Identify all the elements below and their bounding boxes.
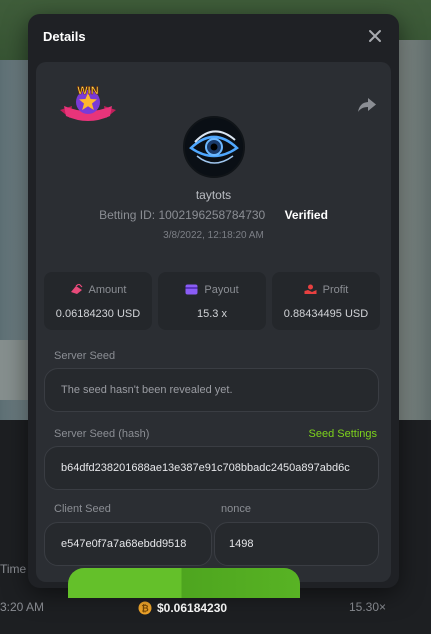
betting-id-value: 1002196258784730 — [158, 208, 266, 222]
amount-stat: Amount 0.06184230 USD — [44, 272, 152, 330]
server-seed-hash-field[interactable]: b64dfd238201688ae13e387e91c708bbadc2450a… — [44, 446, 379, 490]
payout-value: 15.3 x — [197, 308, 227, 320]
client-seed-label: Client Seed — [54, 503, 111, 515]
betting-id-row: Betting ID: 1002196258784730 Verified — [36, 208, 391, 222]
payout-stat: Payout 15.3 x — [158, 272, 266, 330]
wallet-icon — [185, 284, 198, 295]
bet-timestamp: 3/8/2022, 12:18:20 AM — [163, 230, 264, 241]
verified-badge: Verified — [284, 208, 328, 222]
bet-details-card: WIN taytots Betting ID: 1002196258784730… — [36, 62, 391, 582]
server-seed-field: The seed hasn't been revealed yet. — [44, 368, 379, 412]
betting-id-label: Betting ID: — [99, 208, 156, 222]
modal-title: Details — [43, 29, 86, 44]
amount-value: 0.06184230 USD — [55, 308, 141, 320]
avatar — [183, 116, 245, 178]
win-badge-icon: WIN — [60, 85, 116, 121]
seed-settings-link[interactable]: Seed Settings — [309, 428, 378, 440]
profit-label: Profit — [322, 284, 349, 296]
table-row-amount: $0.06184230 — [157, 601, 228, 615]
client-seed-field[interactable]: e547e0f7a7a68ebdd9518 — [44, 522, 212, 566]
svg-text:WIN: WIN — [77, 85, 98, 97]
action-button[interactable] — [68, 568, 300, 598]
money-wings-icon — [70, 283, 82, 294]
coin-icon: ₿ — [138, 601, 152, 615]
coins-hand-icon — [304, 284, 317, 294]
table-col-header-time: Time — [0, 562, 27, 576]
profit-value: 0.88434495 USD — [283, 308, 369, 320]
payout-label: Payout — [204, 284, 239, 296]
username: taytots — [195, 188, 232, 202]
eye-avatar-icon — [185, 118, 243, 176]
modal-header: Details — [28, 14, 399, 60]
amount-label: Amount — [88, 284, 127, 296]
scene-pillar-right — [395, 40, 431, 420]
close-icon[interactable] — [367, 28, 383, 44]
server-seed-label: Server Seed — [54, 350, 116, 362]
bet-details-modal: Details WIN taytots Betting ID: 10021962… — [28, 14, 399, 588]
table-row-time: 3:20 AM — [0, 600, 45, 614]
nonce-field[interactable]: 1498 — [214, 522, 379, 566]
profit-stat: Profit 0.88434495 USD — [272, 272, 380, 330]
nonce-label: nonce — [221, 503, 251, 515]
share-icon[interactable] — [357, 96, 377, 114]
svg-text:₿: ₿ — [141, 604, 148, 614]
table-row-multiplier: 15.30× — [349, 600, 387, 614]
server-seed-hash-label: Server Seed (hash) — [54, 428, 150, 440]
